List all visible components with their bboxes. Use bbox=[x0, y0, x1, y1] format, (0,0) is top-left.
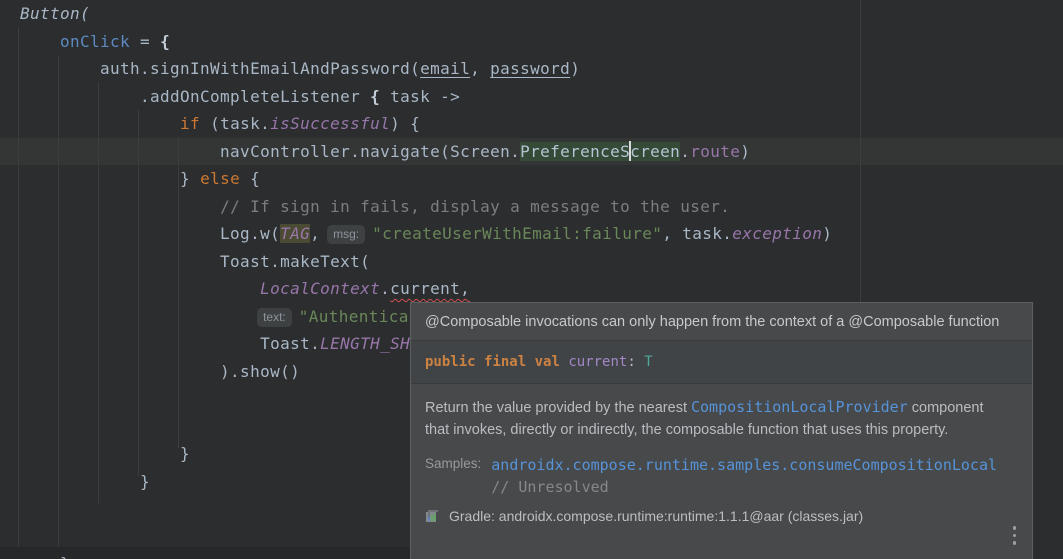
samples-row: Samples: androidx.compose.runtime.sample… bbox=[425, 454, 1018, 498]
inlay-hint-text: text: bbox=[257, 307, 292, 327]
code-line[interactable]: navController.navigate(Screen.Preference… bbox=[0, 138, 1063, 166]
error-message: @Composable invocations can only happen … bbox=[411, 303, 1032, 341]
gradle-row: Gradle: androidx.compose.runtime:runtime… bbox=[425, 508, 1018, 524]
samples-code: androidx.compose.runtime.samples.consume… bbox=[491, 454, 997, 498]
code-line[interactable]: .addOnCompleteListener { task -> bbox=[0, 83, 1063, 111]
samples-label: Samples: bbox=[425, 456, 482, 471]
code-line[interactable]: Log.w(TAG, msg: "createUserWithEmail:failu… bbox=[0, 220, 1063, 248]
doc-description: Return the value provided by the nearest… bbox=[425, 398, 984, 438]
code-line[interactable]: onClick = { bbox=[0, 28, 1063, 56]
editor-window: Button( onClick = { auth.signInWithEmail… bbox=[0, 0, 1063, 559]
code-line[interactable]: LocalContext.current, bbox=[0, 275, 1063, 303]
code-line[interactable]: auth.signInWithEmailAndPassword(email, p… bbox=[0, 55, 1063, 83]
documentation-popup: @Composable invocations can only happen … bbox=[410, 302, 1033, 559]
gradle-coordinates: Gradle: androidx.compose.runtime:runtime… bbox=[449, 508, 864, 524]
code-line[interactable]: // If sign in fails, display a message t… bbox=[0, 193, 1063, 221]
library-icon bbox=[426, 510, 438, 522]
code-line[interactable]: Toast.makeText( bbox=[0, 248, 1063, 276]
text-caret bbox=[629, 141, 632, 161]
code-line[interactable]: Button( bbox=[0, 0, 1063, 28]
doc-link-compositionlocalprovider[interactable]: CompositionLocalProvider bbox=[691, 398, 908, 416]
unresolved-comment: // Unresolved bbox=[491, 478, 609, 496]
kebab-menu-icon[interactable] bbox=[1012, 526, 1016, 545]
documentation-body: Return the value provided by the nearest… bbox=[411, 384, 1032, 545]
samples-link[interactable]: androidx.compose.runtime.samples.consume… bbox=[491, 454, 997, 476]
code-line[interactable]: if (task.isSuccessful) { bbox=[0, 110, 1063, 138]
declaration-signature: public final val current: T bbox=[411, 341, 1032, 384]
code-line[interactable]: } else { bbox=[0, 165, 1063, 193]
inlay-hint-msg: msg: bbox=[327, 225, 366, 244]
